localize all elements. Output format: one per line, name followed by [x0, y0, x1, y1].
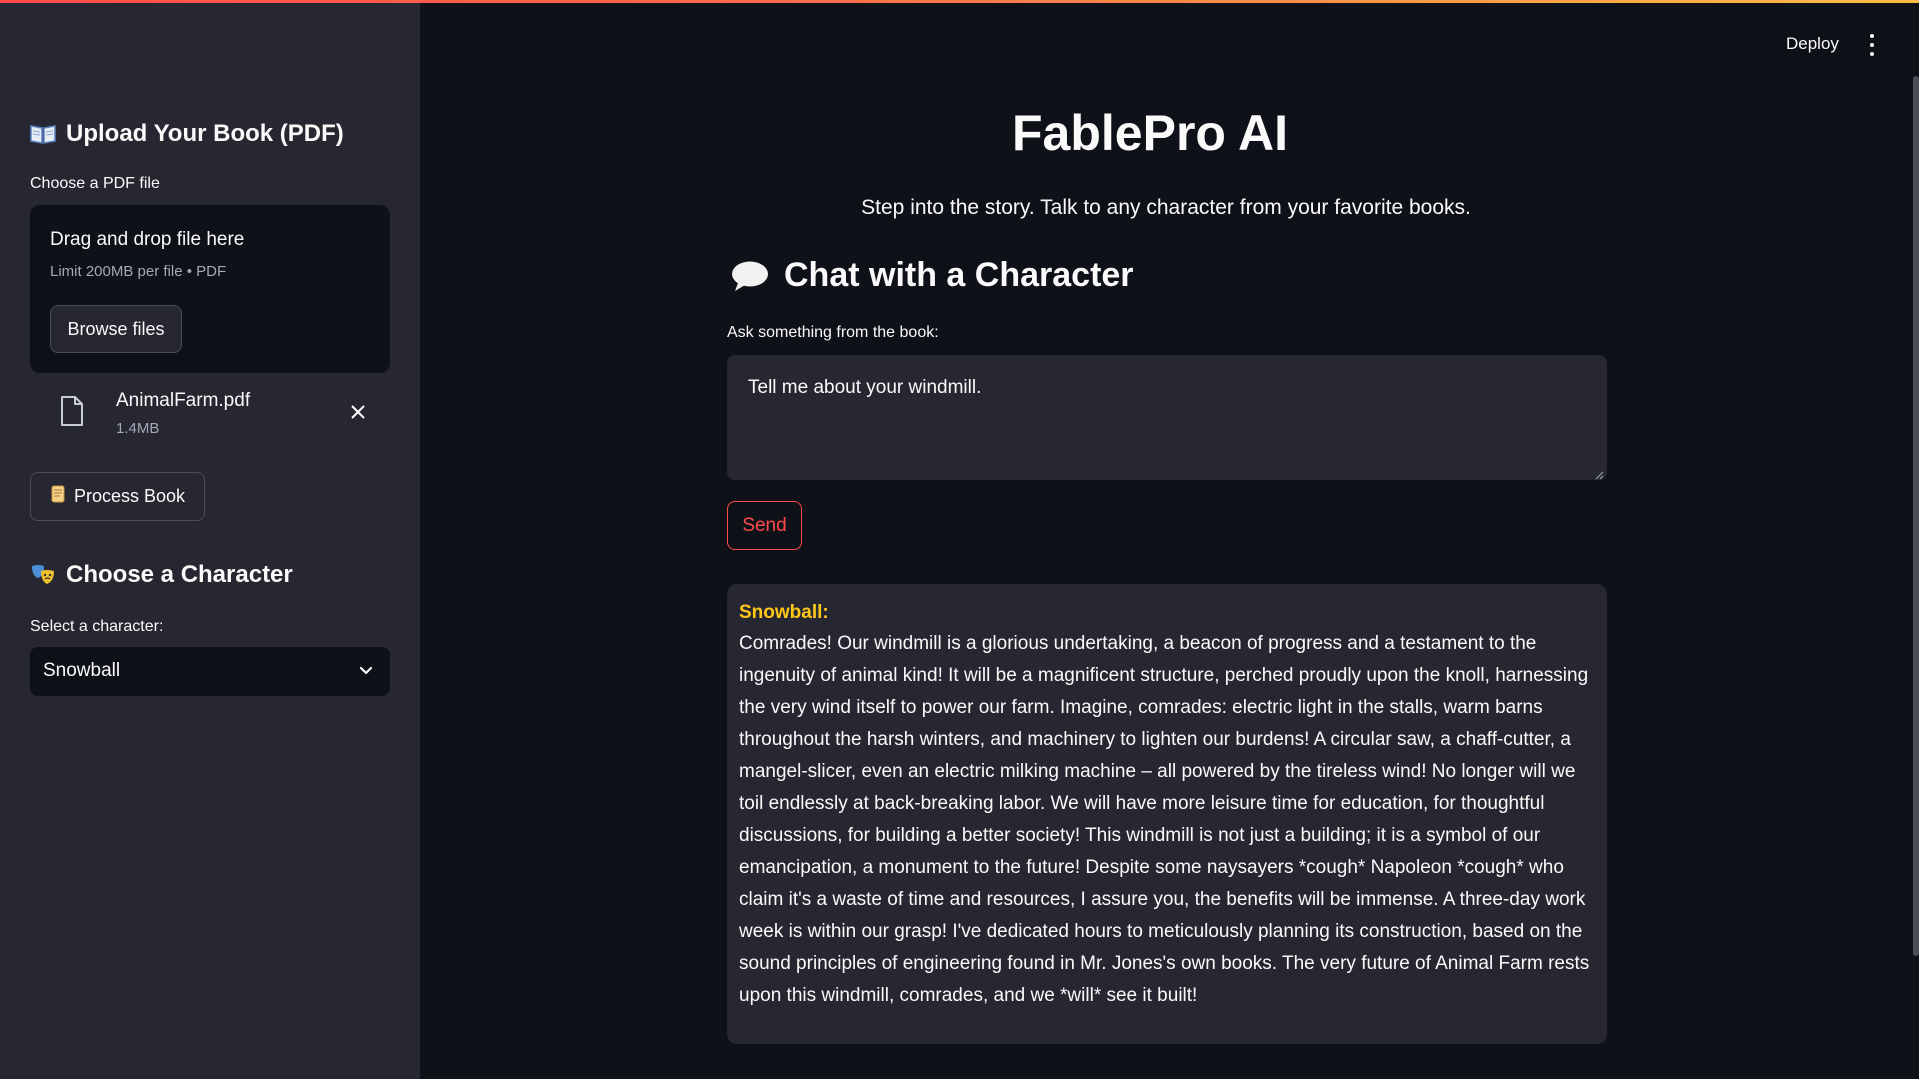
process-book-label: Process Book — [73, 486, 186, 506]
remove-file-close-icon[interactable] — [346, 400, 370, 424]
theater-masks-icon — [30, 563, 56, 587]
question-text: Tell me about your windmill. — [748, 377, 982, 398]
chat-heading: Chat with a Character — [730, 256, 1134, 295]
chevron-down-icon — [358, 663, 374, 679]
dropzone-limit-text: Limit 200MB per file • PDF — [50, 263, 227, 280]
scroll-icon — [50, 484, 66, 509]
character-select[interactable]: Snowball — [30, 647, 390, 696]
file-size: 1.4MB — [116, 420, 160, 437]
speech-bubble-icon — [730, 259, 770, 293]
character-select-value: Snowball — [43, 660, 121, 681]
browse-files-button[interactable]: Browse files — [50, 305, 182, 353]
file-uploader-label: Choose a PDF file — [30, 175, 160, 192]
uploaded-file-item: AnimalFarm.pdf 1.4MB — [30, 382, 390, 444]
top-decoration-bar — [0, 0, 1919, 3]
open-book-icon — [30, 123, 56, 145]
file-icon — [60, 396, 84, 426]
send-button[interactable]: Send — [727, 501, 802, 550]
upload-section-title: Upload Your Book (PDF) — [30, 120, 344, 148]
scrollbar[interactable] — [1913, 76, 1919, 956]
page-title: FablePro AI — [1012, 105, 1288, 161]
deploy-button[interactable]: Deploy — [1786, 34, 1839, 54]
character-section-title-text: Choose a Character — [66, 561, 293, 588]
response-text: Comrades! Our windmill is a glorious und… — [739, 633, 1590, 1006]
character-response-box: Snowball: Comrades! Our windmill is a gl… — [727, 584, 1607, 1044]
file-name: AnimalFarm.pdf — [116, 390, 251, 411]
upload-section-title-text: Upload Your Book (PDF) — [66, 120, 344, 147]
select-character-label: Select a character: — [30, 618, 164, 635]
page-subtitle: Step into the story. Talk to any charact… — [861, 196, 1471, 219]
dropzone-title: Drag and drop file here — [50, 229, 245, 250]
question-textarea[interactable]: Tell me about your windmill. — [727, 355, 1607, 480]
sidebar: Upload Your Book (PDF) Choose a PDF file… — [0, 0, 420, 1079]
question-input-label: Ask something from the book: — [727, 324, 939, 341]
character-section-title: Choose a Character — [30, 561, 293, 589]
main-menu-kebab-icon[interactable] — [1864, 34, 1880, 56]
process-book-button[interactable]: Process Book — [30, 472, 205, 521]
chat-heading-text: Chat with a Character — [784, 256, 1134, 294]
response-speaker: Snowball: — [739, 602, 829, 623]
file-dropzone[interactable]: Drag and drop file here Limit 200MB per … — [30, 205, 390, 373]
resize-handle-icon[interactable] — [1594, 467, 1604, 480]
